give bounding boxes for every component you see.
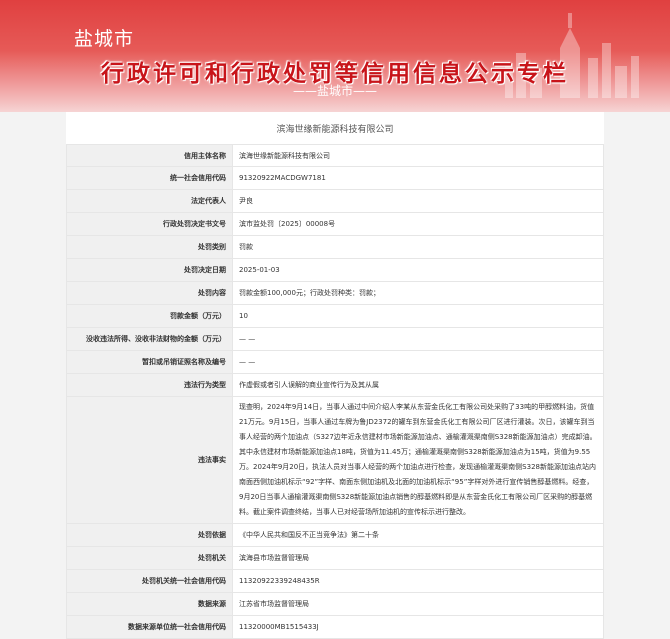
row-label: 信用主体名称 (66, 144, 233, 167)
row-value: 滨市监处罚〔2025〕00008号 (232, 212, 604, 236)
table-row: 暂扣或吊销证照名称及编号 — — (66, 350, 604, 374)
table-row: 违法事实 现查明，2024年9月14日，当事人通过中间介绍人李某从东营金氏化工有… (66, 396, 604, 524)
table-row: 处罚机关 滨海县市场监督管理局 (66, 546, 604, 570)
row-value: 91320922MACDGW7181 (232, 166, 604, 190)
row-label: 处罚依据 (66, 523, 233, 547)
row-label: 违法行为类型 (66, 373, 233, 397)
table-row: 数据来源 江苏省市场监督管理局 (66, 592, 604, 616)
row-label: 处罚类别 (66, 235, 233, 259)
table-row: 数据来源单位统一社会信用代码 11320000MB1515433J (66, 615, 604, 639)
row-label: 暂扣或吊销证照名称及编号 (66, 350, 233, 374)
header-banner: 盐城市 行政许可和行政处罚等信用信息公示专栏 ——盐城市—— (0, 0, 670, 112)
row-label: 统一社会信用代码 (66, 166, 233, 190)
table-row: 处罚类别 罚款 (66, 235, 604, 259)
table-row: 法定代表人 尹良 (66, 189, 604, 213)
row-value: 10 (232, 304, 604, 328)
row-value: 滨海县市场监督管理局 (232, 546, 604, 570)
row-label: 处罚决定日期 (66, 258, 233, 282)
table-row: 处罚决定日期 2025-01-03 (66, 258, 604, 282)
violation-facts-text: 现查明，2024年9月14日，当事人通过中间介绍人李某从东营金氏化工有限公司处采… (232, 396, 604, 524)
row-label: 罚款金额（万元） (66, 304, 233, 328)
row-value: — — (232, 350, 604, 374)
row-value: 2025-01-03 (232, 258, 604, 282)
record-company-title: 滨海世缘新能源科技有限公司 (276, 125, 394, 135)
table-row: 行政处罚决定书文号 滨市监处罚〔2025〕00008号 (66, 212, 604, 236)
row-value: 罚款 (232, 235, 604, 259)
table-row: 处罚机关统一社会信用代码 11320922339248435R (66, 569, 604, 593)
row-value: 作虚假或者引人误解的商业宣传行为及其从属 (232, 373, 604, 397)
table-row: 信用主体名称 滨海世缘新能源科技有限公司 (66, 144, 604, 167)
table-row: 统一社会信用代码 91320922MACDGW7181 (66, 166, 604, 190)
page-subtitle: ——盐城市—— (292, 84, 377, 98)
table-row: 处罚内容 罚款金额100,000元；行政处罚种类：罚款； (66, 281, 604, 305)
row-value: 江苏省市场监督管理局 (232, 592, 604, 616)
row-label: 没收违法所得、没收非法财物的金额（万元） (66, 327, 233, 351)
table-row: 没收违法所得、没收非法财物的金额（万元） — — (66, 327, 604, 351)
row-label: 处罚机关 (66, 546, 233, 570)
row-label: 数据来源单位统一社会信用代码 (66, 615, 233, 639)
table-row: 处罚依据 《中华人民共和国反不正当竞争法》第二十条 (66, 523, 604, 547)
table-row: 违法行为类型 作虚假或者引人误解的商业宣传行为及其从属 (66, 373, 604, 397)
row-label: 处罚机关统一社会信用代码 (66, 569, 233, 593)
table-row: 罚款金额（万元） 10 (66, 304, 604, 328)
row-value: 《中华人民共和国反不正当竞争法》第二十条 (232, 523, 604, 547)
row-value: 罚款金额100,000元；行政处罚种类：罚款； (232, 281, 604, 305)
row-label: 数据来源 (66, 592, 233, 616)
row-value: 尹良 (232, 189, 604, 213)
row-value: 滨海世缘新能源科技有限公司 (232, 144, 604, 167)
penalty-record-table: 信用主体名称 滨海世缘新能源科技有限公司 统一社会信用代码 91320922MA… (66, 144, 604, 639)
row-value: — — (232, 327, 604, 351)
row-label: 法定代表人 (66, 189, 233, 213)
city-name: 盐城市 (74, 28, 135, 50)
row-value: 11320000MB1515433J (232, 615, 604, 639)
row-value: 11320922339248435R (232, 569, 604, 593)
record-panel: 滨海世缘新能源科技有限公司 信用主体名称 滨海世缘新能源科技有限公司 统一社会信… (66, 112, 604, 639)
row-label: 违法事实 (66, 396, 233, 524)
row-label: 处罚内容 (66, 281, 233, 305)
row-label: 行政处罚决定书文号 (66, 212, 233, 236)
